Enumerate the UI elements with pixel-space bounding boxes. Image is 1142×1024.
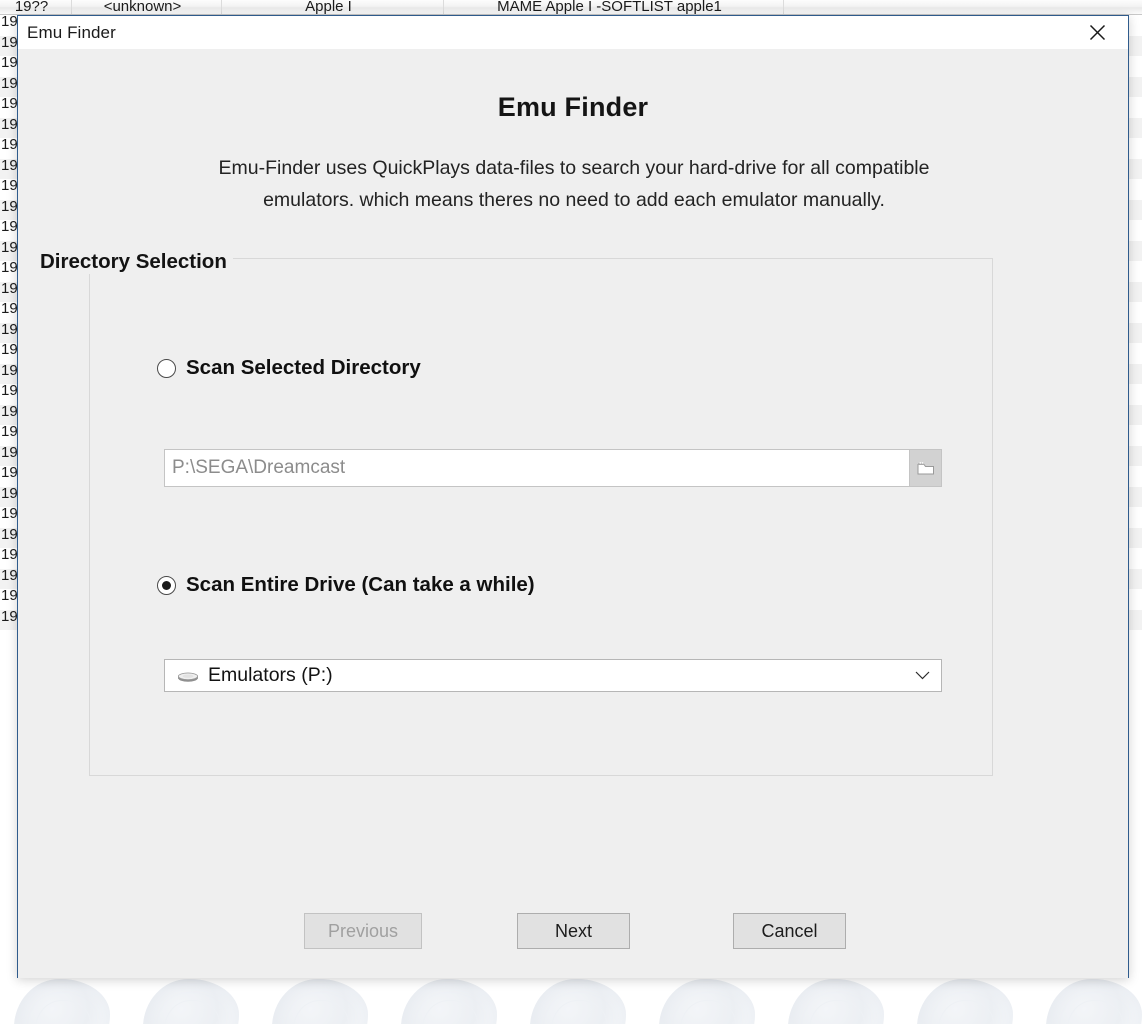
background-column-header: 19?? xyxy=(0,0,72,15)
background-row-year: 19 xyxy=(1,384,18,399)
next-button[interactable]: Next xyxy=(517,913,630,949)
background-row-year: 19 xyxy=(1,610,18,625)
background-row-year: 19 xyxy=(1,36,18,51)
background-row-year: 19 xyxy=(1,487,18,502)
watermark-shape xyxy=(401,979,497,1024)
background-row-year: 19 xyxy=(1,97,18,112)
hard-drive-icon xyxy=(177,669,199,683)
background-watermark-strip xyxy=(0,975,1142,1024)
background-row-year: 19 xyxy=(1,466,18,481)
page-description: Emu-Finder uses QuickPlays data-files to… xyxy=(191,152,957,216)
directory-path-field xyxy=(164,449,942,487)
watermark-shape xyxy=(1046,979,1142,1024)
background-row-year: 19 xyxy=(1,343,18,358)
background-row-year: 19 xyxy=(1,15,18,30)
watermark-shape xyxy=(917,979,1013,1024)
page-title: Emu Finder xyxy=(18,92,1128,123)
background-row-year: 19 xyxy=(1,364,18,379)
background-row-year: 19 xyxy=(1,200,18,215)
background-row-year: 19 xyxy=(1,323,18,338)
background-row-year: 19 xyxy=(1,589,18,604)
watermark-shape xyxy=(659,979,755,1024)
folder-icon[interactable] xyxy=(909,450,941,486)
background-row-year: 19 xyxy=(1,528,18,543)
watermark-shape xyxy=(530,979,626,1024)
chevron-down-icon xyxy=(915,671,933,680)
drive-select-value: Emulators (P:) xyxy=(208,664,915,687)
watermark-shape xyxy=(143,979,239,1024)
background-row-year: 19 xyxy=(1,425,18,440)
drive-select[interactable]: Emulators (P:) xyxy=(164,659,942,692)
radio-scan-entire-drive-label: Scan Entire Drive (Can take a while) xyxy=(186,573,535,597)
cancel-button[interactable]: Cancel xyxy=(733,913,846,949)
directory-selection-groupbox xyxy=(89,258,993,776)
radio-scan-selected-directory[interactable]: Scan Selected Directory xyxy=(157,356,421,380)
dialog-title: Emu Finder xyxy=(27,23,116,43)
background-row-year: 19 xyxy=(1,138,18,153)
background-row-year: 19 xyxy=(1,77,18,92)
background-column-header: <unknown> xyxy=(72,0,222,15)
background-row-year: 19 xyxy=(1,302,18,317)
background-row-year: 19 xyxy=(1,241,18,256)
background-table-header: 19??<unknown>Apple IMAME Apple I -SOFTLI… xyxy=(0,0,1142,15)
background-row-year: 19 xyxy=(1,56,18,71)
background-row-year: 19 xyxy=(1,569,18,584)
background-row-year: 19 xyxy=(1,179,18,194)
background-row-year: 19 xyxy=(1,282,18,297)
emu-finder-dialog: Emu Finder Emu Finder Emu-Finder uses Qu… xyxy=(17,15,1129,978)
directory-selection-label: Directory Selection xyxy=(38,250,233,274)
background-row-year: 19 xyxy=(1,159,18,174)
radio-mark-checked-icon xyxy=(157,576,176,595)
background-row-year: 19 xyxy=(1,548,18,563)
directory-path-input[interactable] xyxy=(165,450,909,486)
dialog-titlebar: Emu Finder xyxy=(18,16,1128,49)
background-row-year: 19 xyxy=(1,507,18,522)
background-column-header: Apple I xyxy=(222,0,444,15)
watermark-shape xyxy=(14,979,110,1024)
watermark-shape xyxy=(788,979,884,1024)
background-row-year: 19 xyxy=(1,220,18,235)
radio-scan-selected-directory-label: Scan Selected Directory xyxy=(186,356,421,380)
previous-button[interactable]: Previous xyxy=(304,913,422,949)
radio-scan-entire-drive[interactable]: Scan Entire Drive (Can take a while) xyxy=(157,573,535,597)
close-icon[interactable] xyxy=(1074,16,1120,48)
background-column-header: MAME Apple I -SOFTLIST apple1 xyxy=(444,0,784,15)
dialog-content: Emu Finder Emu-Finder uses QuickPlays da… xyxy=(18,49,1128,978)
background-row-year: 19 xyxy=(1,405,18,420)
background-row-year: 19 xyxy=(1,118,18,133)
background-row-year: 19 xyxy=(1,261,18,276)
watermark-shape xyxy=(272,979,368,1024)
radio-mark-unchecked-icon xyxy=(157,359,176,378)
background-row-year: 19 xyxy=(1,446,18,461)
